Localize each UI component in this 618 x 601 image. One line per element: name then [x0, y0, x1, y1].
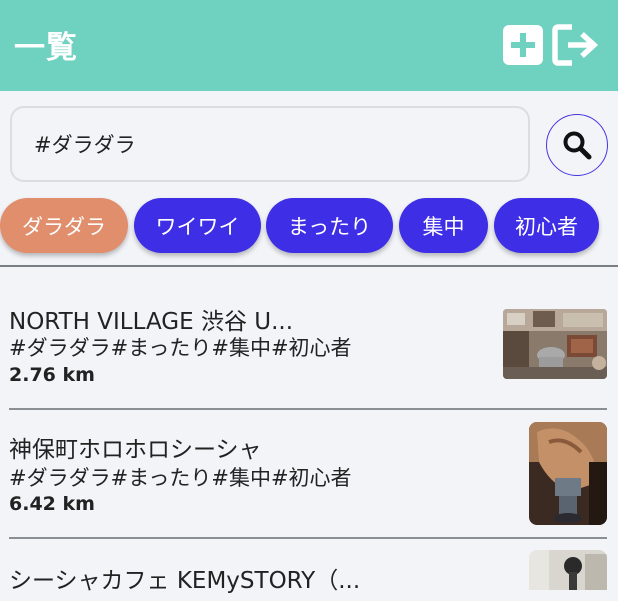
shop-name: 神保町ホロホロシーシャ: [9, 437, 262, 463]
search-button[interactable]: [546, 114, 608, 176]
shop-tags: #ダラダラ#まったり#集中#初心者: [9, 466, 352, 490]
shop-distance: 2.76 km: [9, 364, 95, 386]
tag-chip-label: ダラダラ: [22, 214, 106, 239]
search-icon: [563, 131, 592, 160]
add-button[interactable]: [503, 25, 543, 65]
list-divider: [9, 408, 607, 410]
tag-chip-label: ワイワイ: [155, 214, 240, 239]
shop-thumbnail: [529, 422, 607, 525]
tag-chip-daradara[interactable]: ダラダラ: [0, 198, 128, 253]
shop-tags: #ダラダラ#まったり#集中#初心者: [9, 336, 352, 360]
tag-chip-waiwai[interactable]: ワイワイ: [134, 198, 261, 253]
shop-distance: 6.42 km: [9, 493, 95, 515]
logout-button[interactable]: [552, 23, 600, 67]
tag-chip-mattari[interactable]: まったり: [266, 198, 393, 253]
tag-chip-shoshinsha[interactable]: 初心者: [494, 198, 599, 253]
logout-icon: [552, 24, 599, 66]
list-item[interactable]: シーシャカフェ KEMySTORY（...: [9, 561, 609, 601]
section-divider: [0, 265, 618, 267]
tag-chip-label: 集中: [422, 214, 465, 239]
list-divider: [9, 537, 607, 539]
tag-chip-label: 初心者: [515, 214, 578, 239]
shop-thumbnail: [529, 550, 607, 590]
app-header: 一覧: [0, 0, 618, 91]
list-item[interactable]: 神保町ホロホロシーシャ #ダラダラ#まったり#集中#初心者 6.42 km: [9, 430, 609, 520]
page-title: 一覧: [14, 30, 78, 66]
tag-chip-shuchu[interactable]: 集中: [399, 198, 488, 253]
shop-name: NORTH VILLAGE 渋谷 U...: [9, 309, 294, 335]
tag-chip-label: まったり: [287, 214, 372, 239]
search-input[interactable]: [10, 106, 530, 182]
shop-thumbnail: [503, 309, 607, 379]
plus-icon: [511, 33, 535, 57]
